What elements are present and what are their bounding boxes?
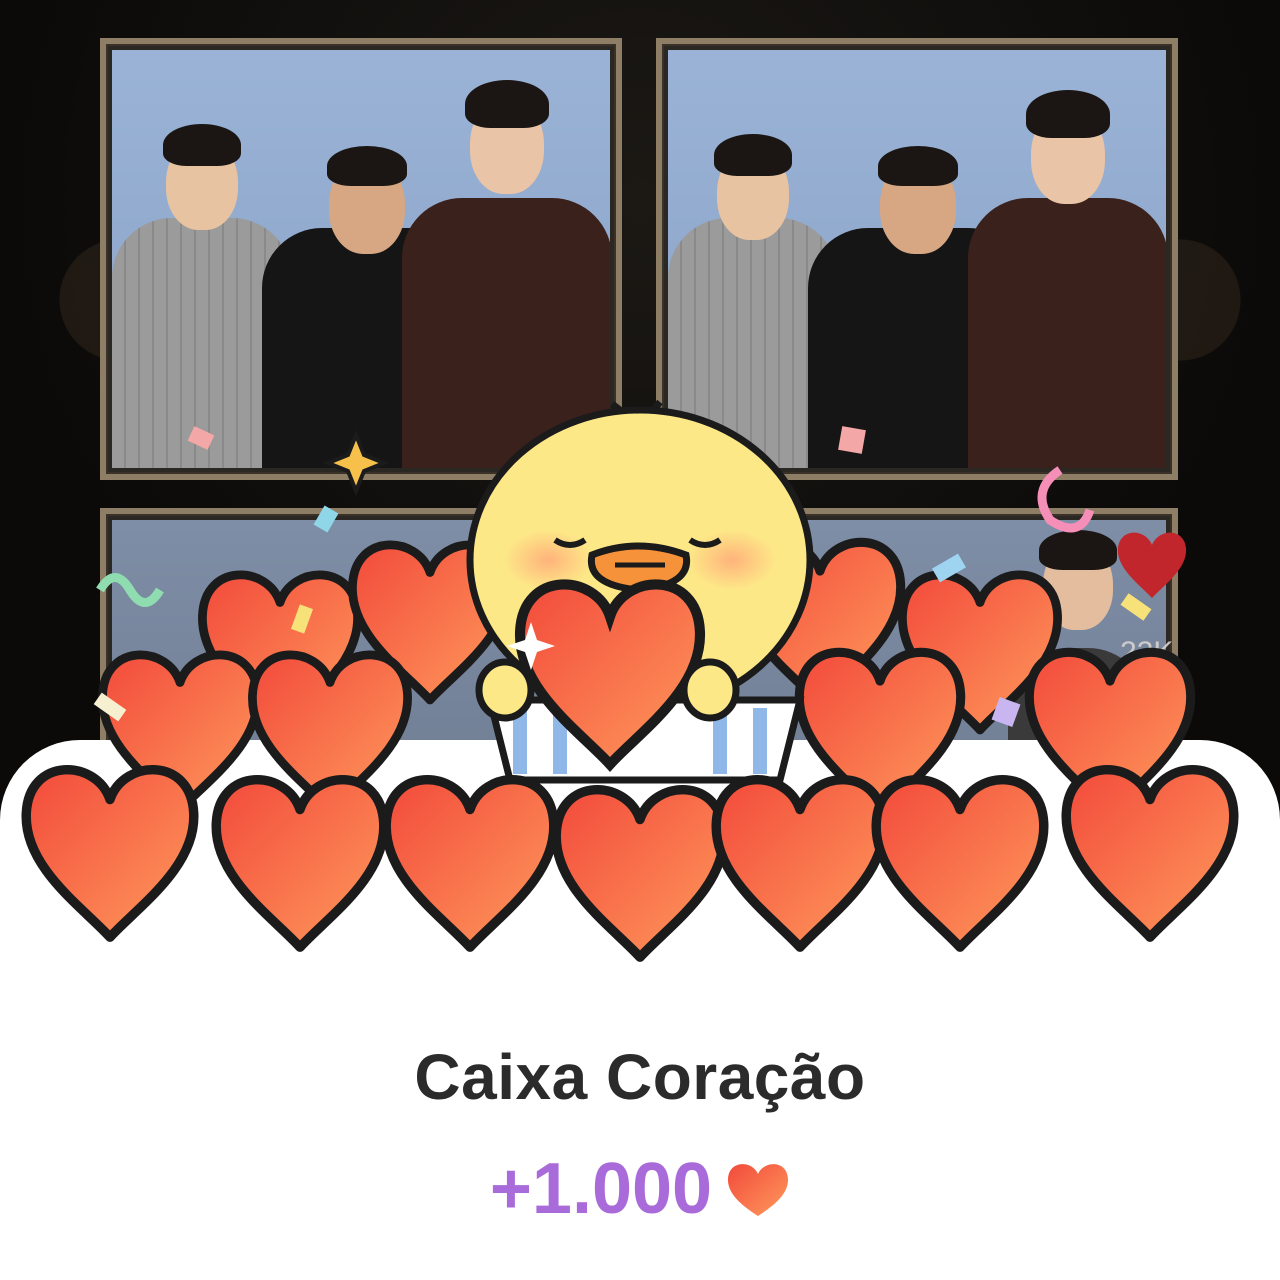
heart-icon [728, 1164, 789, 1216]
reward-amount-row: +1.000 [0, 1148, 1280, 1230]
like-count: 22K [1120, 636, 1174, 669]
reward-amount: +1.000 [489, 1149, 713, 1229]
photo-frame-2 [656, 38, 1178, 480]
group-photo-2 [668, 50, 1166, 468]
photo-frame-1 [100, 38, 622, 480]
photo-background: 22K [0, 0, 1280, 840]
group-photo-1 [112, 50, 610, 468]
reward-title: Caixa Coração [414, 1041, 866, 1113]
